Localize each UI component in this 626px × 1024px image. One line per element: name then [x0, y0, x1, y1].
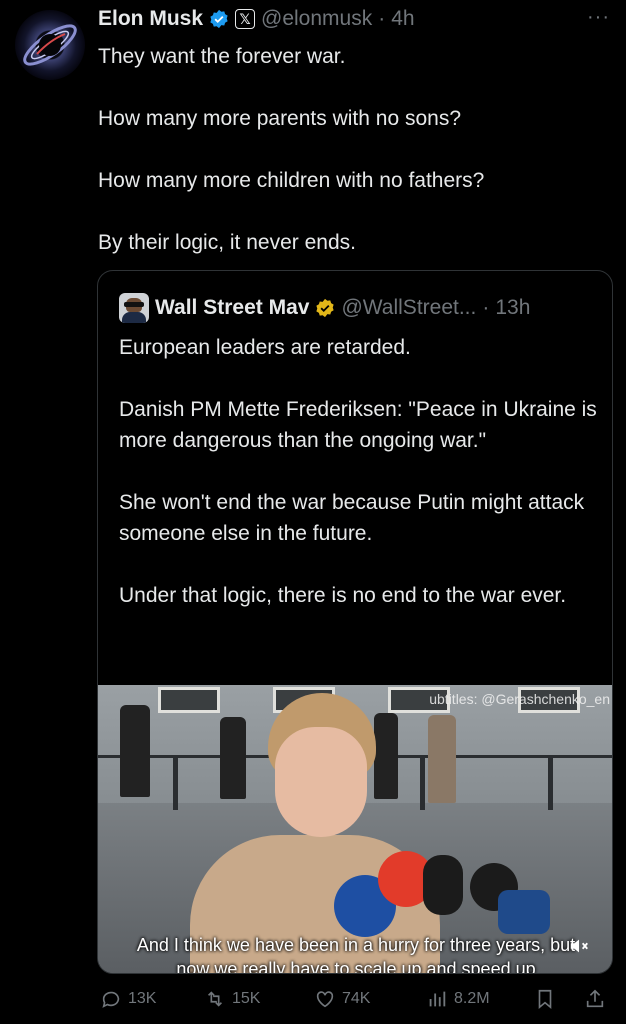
views-chart-icon [429, 991, 446, 1007]
video-railing-post [548, 755, 553, 810]
tweet-paragraph: By their logic, it never ends. [98, 231, 356, 254]
share-button[interactable] [584, 988, 606, 1010]
gold-verified-badge-icon[interactable] [315, 298, 335, 318]
reply-button[interactable]: 13K [100, 988, 156, 1010]
quoted-tweet-text: European leaders are retarded. Danish PM… [119, 332, 599, 642]
tweet-paragraph: They want the forever war. [98, 45, 346, 68]
speaker-muted-icon[interactable] [568, 935, 590, 957]
quoted-tweet-time[interactable]: 13h [495, 296, 530, 320]
bookmark-button[interactable] [534, 988, 556, 1010]
views-count: 8.2M [454, 990, 490, 1007]
separator-dot: · [378, 7, 386, 30]
repost-icon [207, 991, 223, 1007]
quoted-tweet-header: Wall Street Mav @WallStreet... · 13h [119, 293, 530, 323]
tweet-actions: 13K 15K 74K 8.2M [98, 984, 612, 1018]
tweet-paragraph: How many more parents with no sons? [98, 107, 461, 130]
author-name[interactable]: Elon Musk [98, 7, 203, 31]
video-bystander [120, 705, 150, 797]
tweet-header: Elon Musk 𝕏 @elonmusk · 4h [98, 7, 415, 31]
heart-icon [316, 991, 334, 1008]
quoted-author-name[interactable]: Wall Street Mav [155, 296, 309, 320]
quoted-paragraph: European leaders are retarded. [119, 336, 411, 359]
quoted-tweet[interactable]: Wall Street Mav @WallStreet... · 13h Europ… [97, 270, 613, 974]
like-button[interactable]: 74K [314, 988, 370, 1010]
video-window [158, 687, 220, 713]
quoted-author-handle[interactable]: @WallStreet... [341, 296, 476, 320]
quoted-paragraph: She won't end the war because Putin migh… [119, 491, 585, 545]
verified-badge-icon[interactable] [209, 9, 229, 29]
more-options-icon[interactable]: ··· [587, 6, 610, 29]
author-avatar[interactable] [15, 10, 85, 80]
video-railing-post [173, 755, 178, 810]
video-bystander [220, 717, 246, 799]
like-count: 74K [342, 990, 371, 1007]
video-watermark: ubtitles: @Gerashchenko_en [429, 691, 610, 707]
video-speaker-face [275, 727, 367, 837]
microphone [423, 855, 463, 915]
black-hole-avatar-icon [23, 24, 77, 66]
reply-icon [102, 991, 120, 1008]
reply-count: 13K [128, 990, 157, 1007]
share-icon [586, 989, 604, 1008]
quoted-author-avatar[interactable] [119, 293, 149, 323]
video-bystander [374, 713, 398, 799]
video-player[interactable]: ubtitles: @Gerashchenko_en And I think w… [98, 685, 612, 974]
separator-dot: · [482, 296, 490, 319]
x-logo-icon[interactable]: 𝕏 [235, 9, 256, 29]
views-button[interactable]: 8.2M [426, 988, 490, 1010]
video-railing-post [420, 755, 425, 810]
author-handle[interactable]: @elonmusk [261, 7, 372, 31]
video-bystander [428, 715, 456, 803]
tweet-paragraph: How many more children with no fathers? [98, 169, 485, 192]
repost-button[interactable]: 15K [204, 988, 260, 1010]
video-caption-line: now we really have to scale up and speed… [176, 959, 536, 974]
tweet-text: They want the forever war. How many more… [98, 41, 608, 289]
bookmark-icon [538, 989, 552, 1010]
quoted-paragraph: Under that logic, there is no end to the… [119, 584, 567, 607]
quoted-paragraph: Danish PM Mette Frederiksen: "Peace in U… [119, 398, 597, 452]
repost-count: 15K [232, 990, 261, 1007]
video-caption-line: And I think we have been in a hurry for … [136, 935, 576, 955]
microphone [498, 890, 550, 934]
tweet-time[interactable]: 4h [391, 7, 414, 31]
